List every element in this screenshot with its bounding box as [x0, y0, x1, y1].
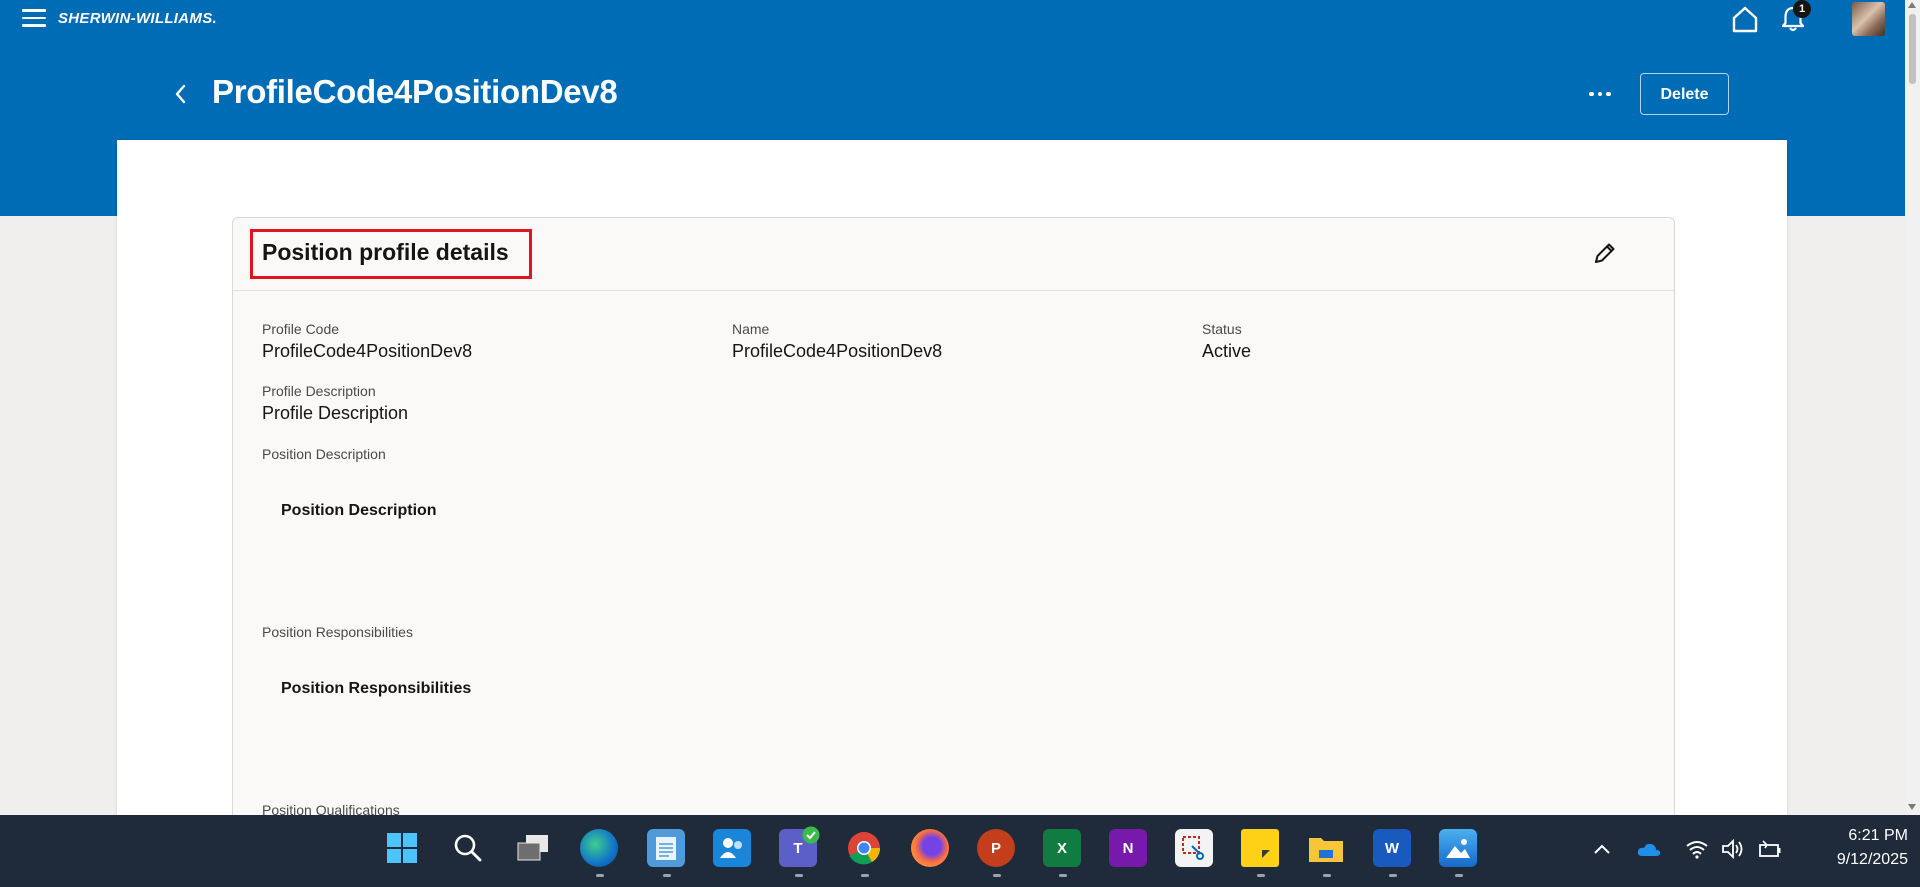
powerpoint-running-indicator	[993, 874, 1001, 877]
position-description-value: Position Description	[281, 502, 437, 519]
position-responsibilities-value: Position Responsibilities	[281, 680, 472, 697]
clock-date[interactable]: 9/12/2025	[1800, 851, 1908, 869]
people-icon[interactable]	[713, 829, 751, 867]
sticky-notes-running-indicator	[1257, 874, 1265, 877]
more-actions-button[interactable]	[1585, 82, 1615, 106]
onenote-icon[interactable]: N	[1109, 829, 1147, 867]
teams-status-check-icon	[802, 826, 820, 844]
back-arrow-icon[interactable]	[170, 80, 192, 108]
task-view-icon[interactable]	[514, 829, 552, 867]
volume-icon[interactable]	[1721, 839, 1745, 859]
photos-running-indicator	[1455, 874, 1463, 877]
chrome-icon[interactable]	[845, 829, 883, 867]
position-responsibilities-label: Position Responsibilities	[262, 624, 413, 640]
chrome-running-indicator	[861, 874, 869, 877]
edge-icon[interactable]	[580, 829, 618, 867]
profile-description-value: Profile Description	[262, 403, 409, 423]
show-hidden-icons-chevron-icon[interactable]	[1592, 842, 1612, 856]
notification-badge: 1	[1793, 0, 1811, 18]
home-icon[interactable]	[1730, 5, 1760, 33]
delete-button[interactable]: Delete	[1640, 73, 1729, 115]
name-value: ProfileCode4PositionDev8	[732, 341, 943, 361]
excel-running-indicator	[1059, 874, 1067, 877]
wifi-icon[interactable]	[1685, 839, 1709, 859]
file-explorer-icon[interactable]	[1307, 829, 1345, 867]
teams-running-indicator	[795, 874, 803, 877]
excel-icon[interactable]: X	[1043, 829, 1081, 867]
card-title: Position profile details	[262, 239, 509, 265]
photos-icon[interactable]	[1439, 829, 1477, 867]
scroll-down-arrow-icon[interactable]	[1908, 804, 1916, 810]
file-explorer-running-indicator	[1323, 874, 1331, 877]
scroll-up-arrow-icon[interactable]	[1908, 2, 1916, 8]
pencil-edit-icon[interactable]	[1590, 238, 1620, 268]
name-label: Name	[732, 321, 770, 337]
status-value: Active	[1202, 341, 1252, 361]
word-icon[interactable]: W	[1373, 829, 1411, 867]
onedrive-cloud-icon[interactable]	[1636, 840, 1662, 858]
search-icon[interactable]	[449, 829, 487, 867]
edge-running-indicator	[596, 874, 604, 877]
notepad-icon[interactable]	[647, 829, 685, 867]
powerpoint-icon[interactable]: P	[977, 829, 1015, 867]
scrollbar-thumb[interactable]	[1909, 14, 1916, 84]
sticky-notes-icon[interactable]	[1241, 829, 1279, 867]
battery-charging-icon[interactable]	[1757, 839, 1783, 859]
user-avatar[interactable]	[1852, 2, 1885, 36]
menu-icon[interactable]	[22, 9, 46, 29]
status-label: Status	[1202, 321, 1242, 337]
start-icon[interactable]	[383, 829, 421, 867]
brand-logo: SHERWIN-WILLIAMS.	[58, 10, 217, 27]
top-navigation-bar: SHERWIN-WILLIAMS. 1	[0, 0, 1905, 40]
clock-time[interactable]: 6:21 PM	[1820, 827, 1908, 845]
notepad-running-indicator	[663, 874, 671, 877]
page-scrollbar[interactable]	[1905, 0, 1920, 815]
profile-code-label: Profile Code	[262, 321, 340, 337]
windows-taskbar	[0, 815, 1920, 887]
position-profile-card	[232, 217, 1675, 839]
word-running-indicator	[1389, 874, 1397, 877]
snipping-tool-icon[interactable]	[1175, 829, 1213, 867]
profile-code-value: ProfileCode4PositionDev8	[262, 341, 473, 361]
position-description-label: Position Description	[262, 446, 386, 462]
profile-description-label: Profile Description	[262, 383, 376, 399]
firefox-icon[interactable]	[911, 829, 949, 867]
page-title: ProfileCode4PositionDev8	[212, 73, 618, 110]
